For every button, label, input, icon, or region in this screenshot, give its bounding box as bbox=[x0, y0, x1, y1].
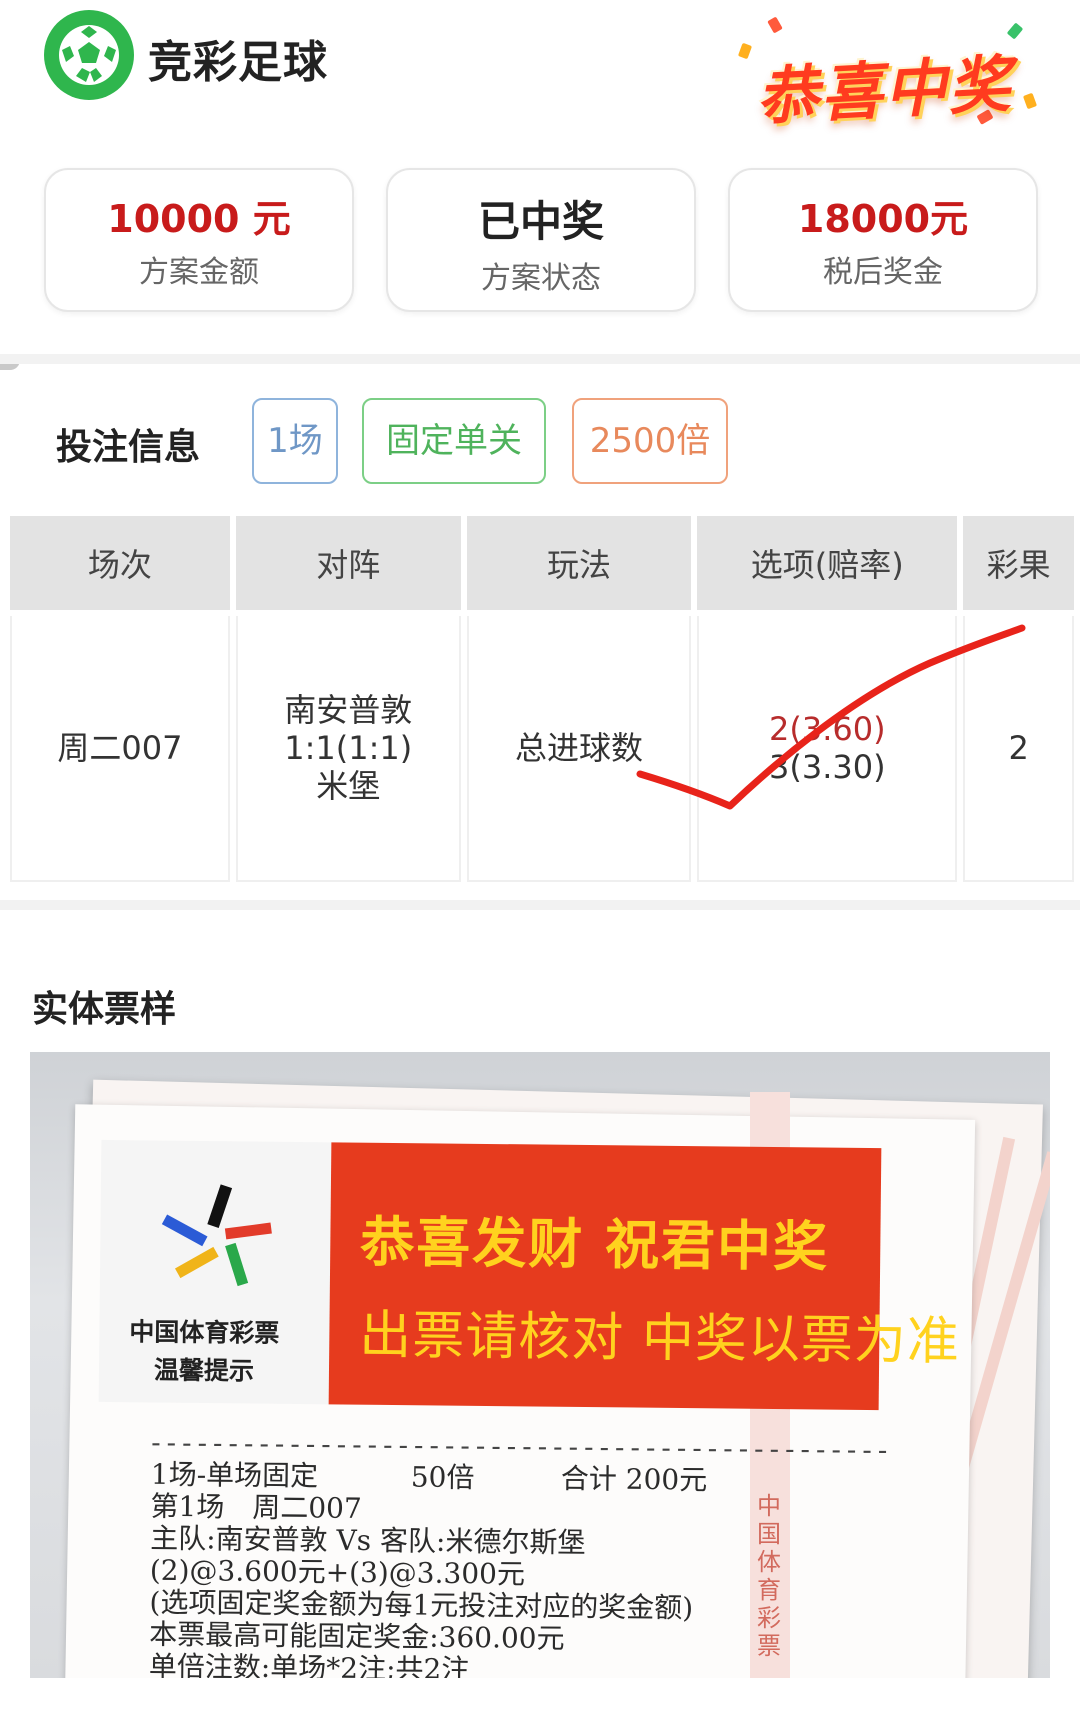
soccer-ball-icon bbox=[44, 10, 134, 100]
congrats-text: 恭喜中奖 bbox=[754, 47, 1015, 134]
banner-logo-area: 中国体育彩票 温馨提示 bbox=[98, 1139, 332, 1405]
cell-fixture: 南安普敦 1:1(1:1) 米堡 bbox=[235, 616, 461, 882]
ticket-multiplier: 50倍 bbox=[410, 1460, 475, 1495]
col-header-result: 彩果 bbox=[963, 516, 1074, 616]
col-header-play: 玩法 bbox=[466, 516, 692, 616]
section-divider bbox=[0, 900, 1080, 910]
cell-match-no: 周二007 bbox=[10, 616, 230, 882]
ticket-text: ----------------------------------------… bbox=[149, 1426, 894, 1678]
lottery-org-name: 中国体育彩票 bbox=[129, 1317, 280, 1348]
cell-option: 2(3.60) 3(3.30) bbox=[697, 616, 958, 882]
confetti-icon bbox=[737, 42, 753, 60]
fixture-home: 南安普敦 bbox=[284, 691, 413, 729]
col-header-option: 选项(赔率) bbox=[697, 516, 958, 616]
lottery-org-tip: 温馨提示 bbox=[153, 1355, 255, 1386]
plan-header: 竞彩足球 恭喜中奖 10000 元 方案金额 已中奖 方案状态 18000元 税… bbox=[0, 0, 1080, 360]
table-row: 周二007 南安普敦 1:1(1:1) 米堡 总进球数 2(3.60) 3(3.… bbox=[10, 616, 1074, 882]
stat-card-status: 已中奖 方案状态 bbox=[386, 168, 696, 312]
stat-card-prize: 18000元 税后奖金 bbox=[728, 168, 1038, 312]
confetti-icon bbox=[1022, 92, 1038, 110]
option-winning: 2(3.60) bbox=[769, 710, 886, 748]
section-divider bbox=[0, 354, 1080, 364]
bet-info-title: 投注信息 bbox=[56, 427, 201, 468]
fixture-away: 米堡 bbox=[316, 767, 381, 805]
congrats-badge: 恭喜中奖 bbox=[737, 14, 1040, 134]
banner-slogan-area: 恭喜发财 祝君中奖 出票请核对 中奖以票为准 bbox=[328, 1142, 960, 1411]
stat-card-amount: 10000 元 方案金额 bbox=[44, 168, 354, 312]
app-title: 竞彩足球 bbox=[148, 37, 328, 88]
tag-match-count: 1场 bbox=[252, 398, 338, 484]
fixture-score: 1:1(1:1) bbox=[284, 729, 413, 767]
confetti-icon bbox=[767, 16, 783, 34]
plan-amount-value: 10000 元 bbox=[107, 197, 291, 241]
banner-slogan-2: 出票请核对 中奖以票为准 bbox=[359, 1305, 961, 1372]
ticket-total: 合计 200元 bbox=[560, 1462, 708, 1497]
after-tax-prize-label: 税后奖金 bbox=[823, 255, 943, 290]
cell-result: 2 bbox=[963, 616, 1074, 882]
cell-play: 总进球数 bbox=[466, 616, 692, 882]
bet-table: 场次 对阵 玩法 选项(赔率) 彩果 周二007 南安普敦 1:1(1:1) 米… bbox=[4, 516, 1080, 882]
plan-status-label: 方案状态 bbox=[481, 261, 601, 296]
tag-multiplier: 2500倍 bbox=[572, 398, 728, 484]
banner-slogan-1: 恭喜发财 祝君中奖 bbox=[360, 1210, 830, 1279]
after-tax-prize-value: 18000元 bbox=[797, 197, 969, 241]
ticket-play-type: 1场-单场固定 bbox=[150, 1457, 319, 1493]
table-header-row: 场次 对阵 玩法 选项(赔率) 彩果 bbox=[10, 516, 1074, 616]
option-other: 3(3.30) bbox=[769, 748, 886, 786]
lottery-banner: 中国体育彩票 温馨提示 恭喜发财 祝君中奖 出票请核对 中奖以票为准 bbox=[98, 1139, 960, 1411]
ticket-sample-title: 实体票样 bbox=[32, 989, 177, 1030]
tag-play-type: 固定单关 bbox=[362, 398, 546, 484]
col-header-fixture: 对阵 bbox=[235, 516, 461, 616]
col-header-match-no: 场次 bbox=[10, 516, 230, 616]
plan-amount-label: 方案金额 bbox=[139, 255, 259, 290]
plan-status-value: 已中奖 bbox=[477, 197, 604, 246]
china-sports-lottery-logo-icon bbox=[161, 1184, 272, 1287]
ticket-sample-photo: 中国体育彩票 中国体育彩票 温馨提示 恭喜发财 祝君中奖 出票请核对 中奖以票为… bbox=[30, 1052, 1050, 1678]
